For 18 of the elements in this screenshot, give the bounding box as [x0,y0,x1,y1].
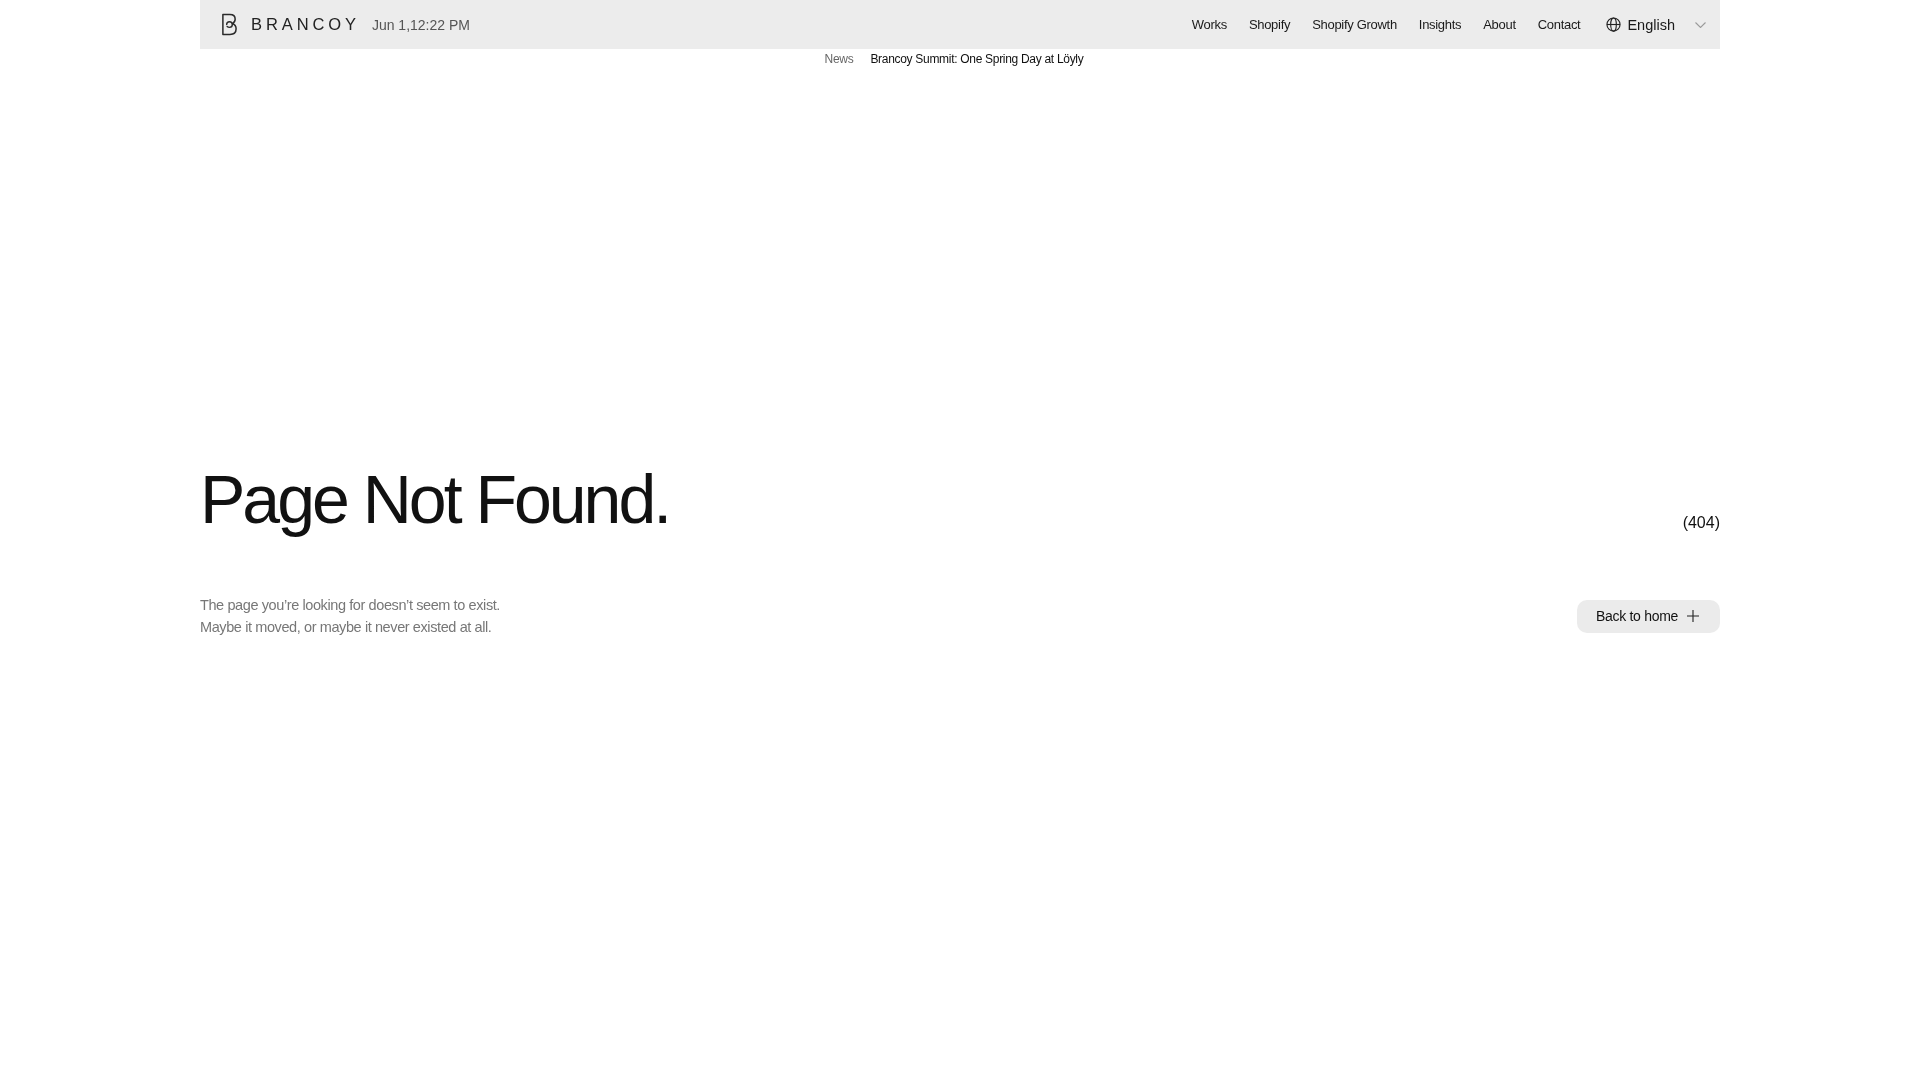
nav-link[interactable]: Shopify Growth [1312,17,1397,32]
nav-link[interactable]: About [1483,17,1516,32]
chevron-down-icon [1695,21,1706,28]
logo-icon[interactable] [221,13,238,36]
news-label: News [824,52,854,66]
brand-name[interactable]: BRANCOY [251,15,360,34]
nav-link[interactable]: Contact [1537,17,1581,32]
plus-icon [1687,610,1699,622]
back-home-button[interactable]: Back to home [1577,599,1720,633]
error-message: The page you’re looking for doesn’t seem to exist. Maybe it moved, or maybe it never existed at all. [200,596,500,637]
date-time: Jun 1,12:22 PM [371,16,470,33]
error-code: (404) [1682,513,1720,533]
nav-link[interactable]: Works [1191,17,1227,32]
nav-link[interactable]: Shopify [1248,17,1291,32]
globe-icon [1606,17,1622,32]
language-selector[interactable]: English [1606,16,1706,33]
nav-link[interactable]: Insights [1418,17,1462,32]
news-headline-link[interactable]: Brancoy Summit: One Spring Day at Löyly [870,52,1084,66]
